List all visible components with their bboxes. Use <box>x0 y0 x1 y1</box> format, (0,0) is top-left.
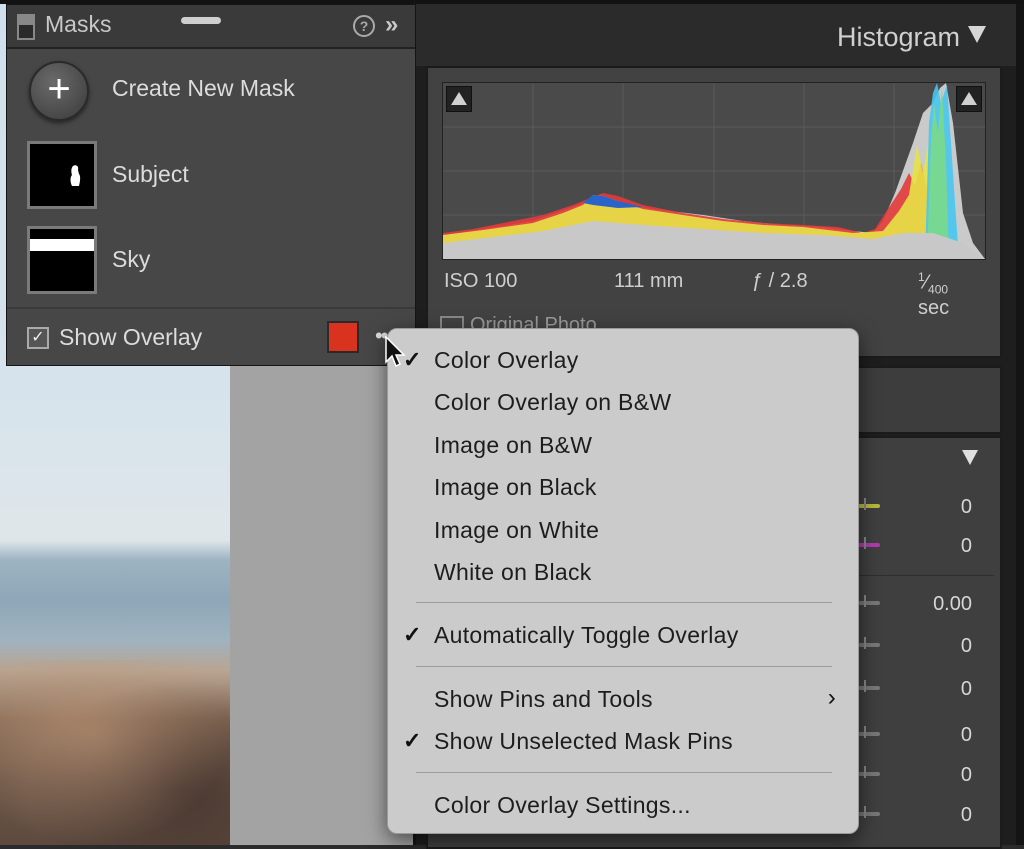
menu-item-image-bw[interactable]: Image on B&W <box>388 426 858 466</box>
aperture: ƒ / 2.8 <box>752 270 808 292</box>
histogram-graph <box>442 82 986 260</box>
show-overlay-label[interactable]: Show Overlay <box>59 324 202 351</box>
menu-item-label: Color Overlay on B&W <box>434 389 672 415</box>
slider-value[interactable]: 0 <box>961 678 972 701</box>
slider-knob[interactable] <box>858 766 880 778</box>
subject-mask-label[interactable]: Subject <box>112 161 189 188</box>
menu-item-label: Image on White <box>434 517 600 543</box>
menu-item-show-pins-tools[interactable]: Show Pins and Tools › <box>388 680 858 720</box>
menu-item-color-overlay[interactable]: ✓ Color Overlay <box>388 341 858 381</box>
slider-knob[interactable] <box>858 806 880 818</box>
slider-knob[interactable] <box>858 595 880 607</box>
histogram-panel: ISO 100 111 mm ƒ / 2.8 1⁄400 sec Origina… <box>426 66 1002 358</box>
masks-panel: Masks ? » + Create New Mask Subject Sky … <box>6 4 416 366</box>
menu-separator <box>416 666 832 667</box>
slider-value[interactable]: 0 <box>961 635 972 658</box>
menu-item-label: Image on Black <box>434 474 597 500</box>
menu-item-label: Automatically Toggle Overlay <box>434 622 739 648</box>
slider-value[interactable]: 0.00 <box>933 593 972 616</box>
slider-value[interactable]: 0 <box>961 496 972 519</box>
menu-item-unselected-pins[interactable]: ✓ Show Unselected Mask Pins <box>388 722 858 762</box>
menu-item-color-overlay-bw[interactable]: Color Overlay on B&W <box>388 383 858 423</box>
slider-value[interactable]: 0 <box>961 724 972 747</box>
slider-knob[interactable] <box>858 498 880 510</box>
menu-item-overlay-settings[interactable]: Color Overlay Settings... <box>388 786 858 826</box>
slider-value[interactable]: 0 <box>961 764 972 787</box>
menu-separator <box>416 602 832 603</box>
collapse-panel-icon[interactable]: » <box>385 11 398 39</box>
scrollbar[interactable] <box>1016 4 1024 845</box>
slider-value[interactable]: 0 <box>961 804 972 827</box>
sky-band <box>30 239 94 251</box>
slider-knob[interactable] <box>858 537 880 549</box>
collapse-triangle-icon[interactable] <box>962 450 978 465</box>
histogram-chart <box>443 83 985 259</box>
menu-item-label: Color Overlay Settings... <box>434 792 691 818</box>
menu-item-label: Show Pins and Tools <box>434 686 653 712</box>
slider-knob[interactable] <box>858 637 880 649</box>
create-mask-button[interactable]: + <box>29 61 89 121</box>
camera-info: ISO 100 111 mm ƒ / 2.8 1⁄400 sec <box>442 270 984 319</box>
menu-item-auto-toggle[interactable]: ✓ Automatically Toggle Overlay <box>388 616 858 656</box>
show-overlay-checkbox[interactable]: ✓ <box>27 327 49 349</box>
menu-item-label: White on Black <box>434 559 592 585</box>
menu-item-image-black[interactable]: Image on Black <box>388 468 858 508</box>
slider-knob[interactable] <box>858 726 880 738</box>
help-icon[interactable]: ? <box>353 15 375 37</box>
masks-title: Masks <box>45 11 112 37</box>
drag-handle-icon[interactable] <box>181 17 221 24</box>
sky-mask-label[interactable]: Sky <box>112 246 150 273</box>
menu-item-label: Color Overlay <box>434 347 579 373</box>
focal-length: 111 mm <box>614 270 684 292</box>
iso-value: ISO 100 <box>444 270 518 292</box>
menu-item-white-black[interactable]: White on Black <box>388 553 858 593</box>
create-mask-label[interactable]: Create New Mask <box>112 75 295 102</box>
subject-silhouette-icon <box>70 165 81 186</box>
highlight-clipping-icon[interactable] <box>956 86 982 112</box>
checkmark-icon: ✓ <box>403 622 422 647</box>
shadow-clipping-icon[interactable] <box>446 86 472 112</box>
photo-rocks <box>0 660 230 845</box>
collapse-triangle-icon[interactable] <box>968 26 986 43</box>
menu-item-image-white[interactable]: Image on White <box>388 511 858 551</box>
subject-mask-thumbnail[interactable] <box>27 141 97 209</box>
submenu-chevron-icon: › <box>827 684 836 711</box>
menu-separator <box>416 772 832 773</box>
histogram-header[interactable]: Histogram <box>416 4 1016 66</box>
checkmark-icon: ✓ <box>403 728 422 753</box>
shutter-denominator: 400 <box>928 282 949 297</box>
masks-header[interactable]: Masks ? » <box>7 5 415 49</box>
slider-value[interactable]: 0 <box>961 535 972 558</box>
plus-icon: + <box>47 67 71 111</box>
shutter-numerator: 1 <box>918 270 925 284</box>
histogram-title: Histogram <box>836 22 960 52</box>
mouse-cursor-icon <box>385 336 406 368</box>
shutter-speed: 1⁄400 sec <box>918 270 950 319</box>
menu-item-label: Show Unselected Mask Pins <box>434 728 733 754</box>
panel-toggle-icon[interactable] <box>17 14 35 40</box>
overlay-color-swatch[interactable] <box>327 321 359 353</box>
sky-mask-thumbnail[interactable] <box>27 226 97 294</box>
menu-item-label: Image on B&W <box>434 432 593 458</box>
divider <box>7 307 415 309</box>
slider-knob[interactable] <box>858 680 880 692</box>
shutter-unit: sec <box>918 296 950 319</box>
overlay-mode-menu: ✓ Color Overlay Color Overlay on B&W Ima… <box>387 328 859 834</box>
